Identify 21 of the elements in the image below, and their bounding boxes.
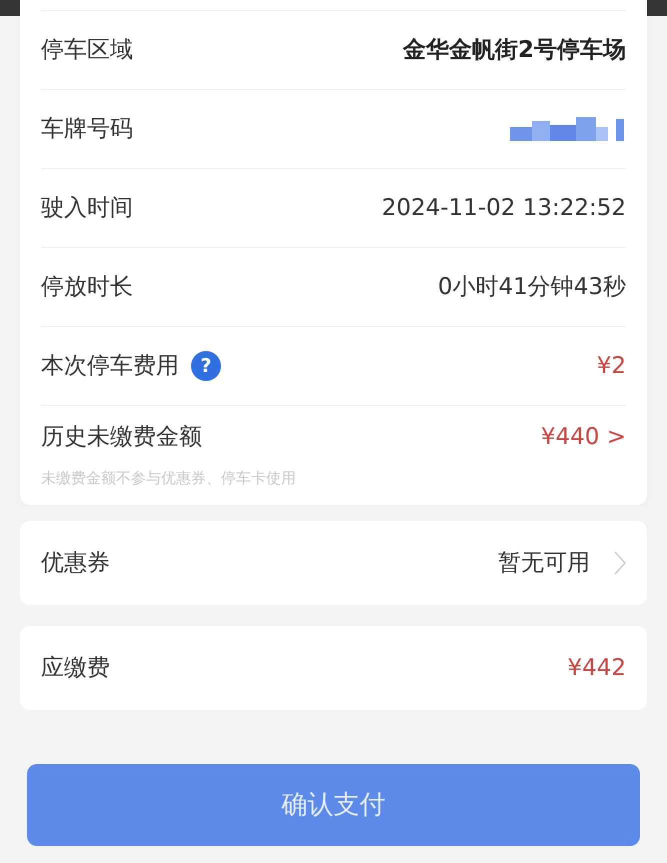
screen-edge-bar bbox=[647, 0, 667, 16]
field-label: 优惠券 bbox=[41, 548, 110, 578]
field-label: 驶入时间 bbox=[41, 194, 133, 223]
field-label: 应缴费 bbox=[41, 654, 110, 683]
chevron-right-icon bbox=[614, 551, 626, 575]
field-value: 金华金帆街2号停车场 bbox=[402, 36, 626, 65]
confirm-pay-button[interactable]: 确认支付 bbox=[27, 764, 640, 846]
help-icon[interactable]: ? bbox=[191, 351, 221, 381]
amount-value: ¥442 bbox=[567, 654, 626, 683]
amount-value: ¥2 bbox=[596, 352, 626, 381]
coupon-value: 暂无可用 bbox=[498, 548, 590, 578]
field-label: 历史未缴费金额 bbox=[41, 423, 202, 452]
coupon-row[interactable]: 优惠券 暂无可用 bbox=[20, 521, 647, 605]
screen-edge-bar bbox=[0, 0, 20, 16]
field-label: 停放时长 bbox=[41, 272, 133, 302]
field-label: 本次停车费用 bbox=[41, 352, 179, 381]
field-label: 停车区域 bbox=[41, 36, 133, 65]
field-label: 车牌号码 bbox=[41, 114, 133, 144]
amount-value[interactable]: ¥440 > bbox=[540, 420, 626, 454]
field-value: 0小时41分钟43秒 bbox=[438, 272, 626, 302]
field-value: 2024-11-02 13:22:52 bbox=[382, 194, 626, 223]
